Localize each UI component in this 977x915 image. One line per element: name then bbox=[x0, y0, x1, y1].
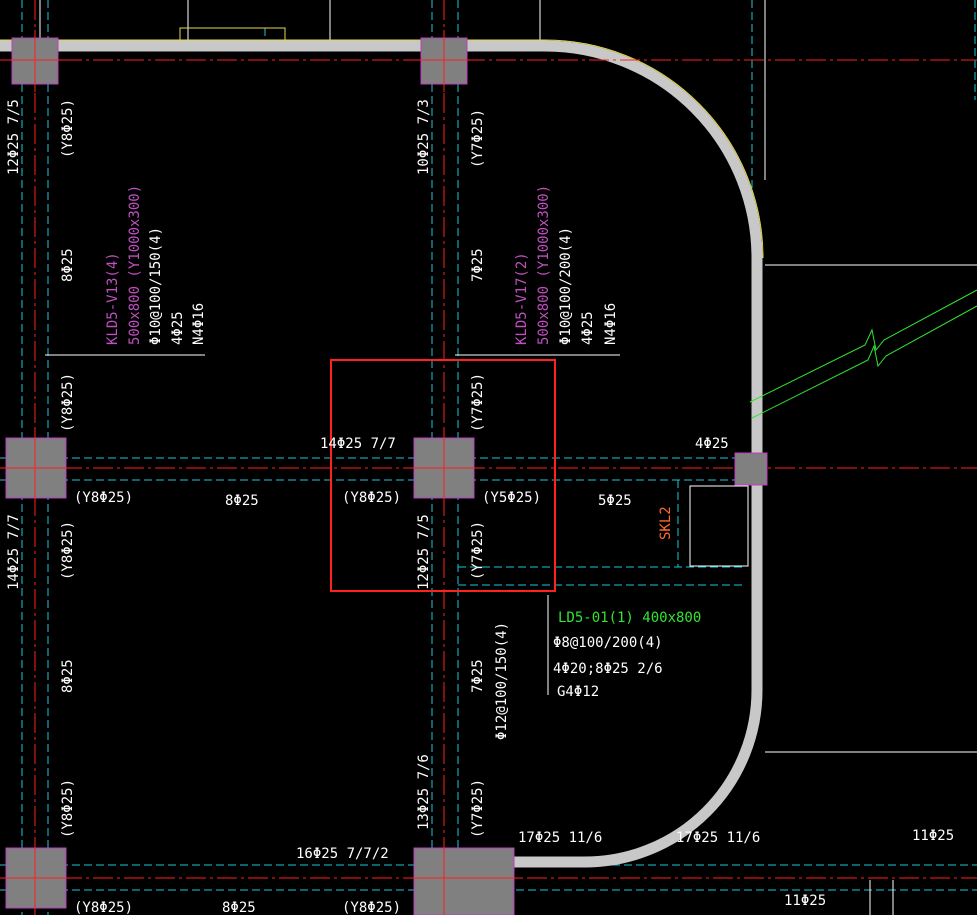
label-c2-y2: (Y7Φ25) bbox=[470, 373, 486, 432]
label-c2-mid: 7Φ25 bbox=[470, 248, 486, 282]
label-kl2-name: KLD5-V17(2) bbox=[514, 252, 530, 345]
label-kl2-top: 4Φ25 bbox=[580, 311, 596, 345]
label-ld-stirrup: Φ8@100/200(4) bbox=[553, 635, 663, 651]
label-h-y-left: (Y8Φ25) bbox=[74, 490, 133, 506]
label-ld-name: LD5-01(1) 400x800 bbox=[558, 610, 701, 626]
label-h-top-c: 14Φ25 7/7 bbox=[320, 436, 396, 452]
label-b-arc: 17Φ25 11/6 bbox=[518, 830, 602, 846]
label-h-right-top: 4Φ25 bbox=[695, 436, 729, 452]
label-kl1-size: 500x800 (Y1000x300) bbox=[127, 185, 143, 345]
label-kl2-side: N4Φ16 bbox=[603, 303, 619, 345]
label-b-top-c: 16Φ25 7/7/2 bbox=[296, 846, 389, 862]
label-kl1-name: KLD5-V13(4) bbox=[105, 252, 121, 345]
label-h-mid-left: 8Φ25 bbox=[225, 493, 259, 509]
label-c-bot2: 13Φ25 7/6 bbox=[416, 754, 432, 830]
label-h-mid-right: 5Φ25 bbox=[598, 493, 632, 509]
label-c-stirrup: Φ12@100/150(4) bbox=[494, 622, 510, 740]
label-c-y: (Y7Φ25) bbox=[470, 521, 486, 580]
label-h-y-right: (Y5Φ25) bbox=[482, 490, 541, 506]
label-h-y-center: (Y8Φ25) bbox=[342, 490, 401, 506]
label-skl: SKL2 bbox=[658, 506, 674, 540]
label-l-y-left2: (Y8Φ25) bbox=[60, 779, 76, 838]
label-l-mid-left: 8Φ25 bbox=[60, 659, 76, 693]
label-b-bot-right: 11Φ25 bbox=[784, 893, 826, 909]
label-c2-y: (Y7Φ25) bbox=[470, 109, 486, 168]
label-b-right2: 11Φ25 bbox=[912, 828, 954, 844]
label-c2-top: 10Φ25 7/3 bbox=[416, 99, 432, 175]
label-c1-y2: (Y8Φ25) bbox=[60, 373, 76, 432]
label-l-bot-left: 14Φ25 7/7 bbox=[6, 514, 22, 590]
column-b3 bbox=[413, 847, 515, 915]
label-c-mid: 7Φ25 bbox=[470, 659, 486, 693]
label-ld-side: G4Φ12 bbox=[557, 684, 599, 700]
label-b-bot-mid: 8Φ25 bbox=[222, 900, 256, 915]
label-kl2-stirrup: Φ10@100/200(4) bbox=[558, 227, 574, 345]
label-ld-bars: 4Φ20;8Φ25 2/6 bbox=[553, 661, 663, 677]
label-b-bot-center: (Y8Φ25) bbox=[342, 900, 401, 915]
label-c-bot: 12Φ25 7/5 bbox=[416, 514, 432, 590]
label-c1-mid: 8Φ25 bbox=[60, 248, 76, 282]
column-c2 bbox=[734, 452, 768, 486]
label-kl2-size: 500x800 (Y1000x300) bbox=[536, 185, 552, 345]
label-l-y-left: (Y8Φ25) bbox=[60, 521, 76, 580]
label-b-right1: 17Φ25 11/6 bbox=[676, 830, 760, 846]
label-kl1-stirrup: Φ10@100/150(4) bbox=[148, 227, 164, 345]
label-c1-y: (Y8Φ25) bbox=[60, 99, 76, 158]
structural-beam-plan[interactable]: 12Φ25 7/5 (Y8Φ25) 8Φ25 (Y8Φ25) 10Φ25 7/3… bbox=[0, 0, 977, 915]
label-kl1-top: 4Φ25 bbox=[170, 311, 186, 345]
label-c1-top: 12Φ25 7/5 bbox=[6, 99, 22, 175]
label-kl1-side: N4Φ16 bbox=[191, 303, 207, 345]
label-c-y2: (Y7Φ25) bbox=[470, 779, 486, 838]
label-b-bot-left: (Y8Φ25) bbox=[74, 900, 133, 915]
